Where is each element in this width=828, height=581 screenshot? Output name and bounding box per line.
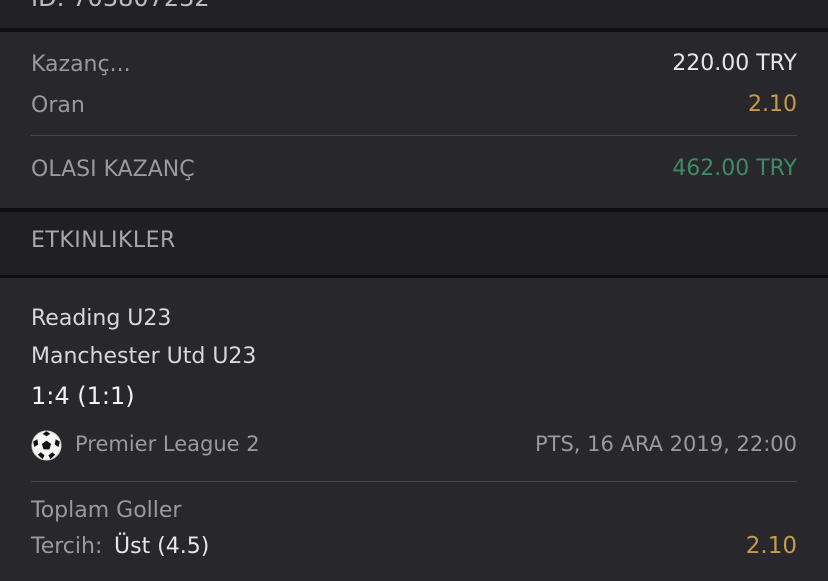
event-datetime: PTS, 16 ARA 2019, 22:00 [534, 432, 797, 456]
league-name: Premier League 2 [75, 432, 260, 456]
ticket-summary: Kazanç... 220.00 TRY Oran 2.10 OLASI KAZ… [0, 32, 828, 208]
match-score: 1:4 (1:1) [31, 382, 135, 410]
soccer-ball-icon [31, 430, 62, 461]
potential-win-label: OLASI KAZANÇ [31, 157, 195, 182]
ticket-id: ID: 703807232 [31, 0, 210, 12]
stake-value: 220.00 TRY [672, 51, 797, 76]
home-team: Reading U23 [31, 306, 172, 331]
pick-odds: 2.10 [745, 533, 797, 559]
events-section-header: ETKINLIKLER [0, 212, 828, 275]
bet-ticket-detail: ID: 703807232 Kazanç... 220.00 TRY Oran … [0, 0, 828, 581]
event-card[interactable]: Reading U23 Manchester Utd U23 1:4 (1:1)… [0, 278, 828, 581]
pick-value: Üst (4.5) [114, 534, 210, 559]
summary-divider [31, 135, 797, 136]
ticket-header: ID: 703807232 [0, 0, 828, 28]
events-section-title: ETKINLIKLER [31, 228, 176, 253]
pick-label: Tercih: [31, 534, 103, 559]
away-team: Manchester Utd U23 [31, 344, 257, 369]
market-name: Toplam Goller [31, 498, 182, 523]
event-divider [31, 481, 797, 482]
odds-value: 2.10 [748, 92, 797, 117]
potential-win-value: 462.00 TRY [672, 156, 797, 181]
odds-label: Oran [31, 93, 85, 118]
stake-label: Kazanç... [31, 52, 131, 77]
